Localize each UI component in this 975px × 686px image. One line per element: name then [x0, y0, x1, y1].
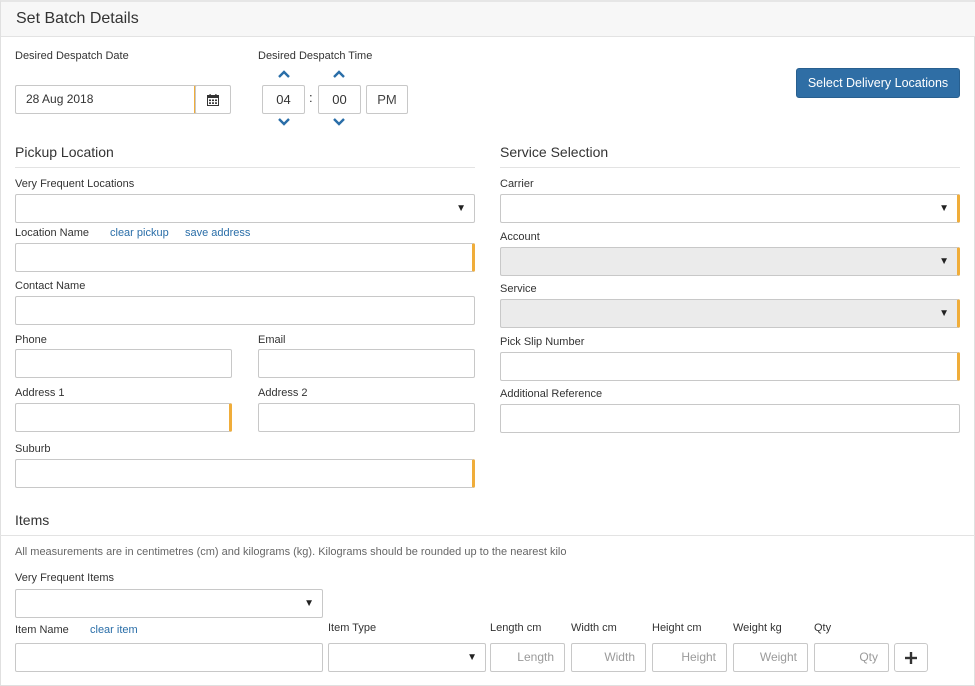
- item-type-label: Item Type: [328, 622, 377, 634]
- minute-input[interactable]: 00: [318, 85, 361, 114]
- despatch-time-label: Desired Despatch Time: [258, 50, 373, 62]
- additional-reference-input[interactable]: [500, 404, 960, 433]
- clear-item-link[interactable]: clear item: [90, 624, 138, 636]
- despatch-date-label: Desired Despatch Date: [15, 50, 129, 62]
- pick-slip-input[interactable]: [500, 352, 960, 381]
- ampm-toggle-button[interactable]: PM: [366, 85, 408, 114]
- pickup-section-title: Pickup Location: [15, 144, 114, 160]
- item-name-input[interactable]: [15, 643, 323, 672]
- address1-label: Address 1: [15, 387, 65, 399]
- measurement-note: All measurements are in centimetres (cm)…: [15, 546, 567, 558]
- address2-label: Address 2: [258, 387, 308, 399]
- length-label: Length cm: [490, 622, 542, 634]
- weight-input[interactable]: Weight: [733, 643, 808, 672]
- service-label: Service: [500, 283, 537, 295]
- minute-up-chevron-icon[interactable]: [332, 69, 346, 79]
- save-address-link[interactable]: save address: [185, 227, 250, 239]
- weight-label: Weight kg: [733, 622, 782, 634]
- item-type-select[interactable]: ▼: [328, 643, 486, 672]
- time-separator: :: [309, 90, 313, 105]
- height-input[interactable]: Height: [652, 643, 727, 672]
- qty-input[interactable]: Qty: [814, 643, 889, 672]
- items-section-title: Items: [15, 512, 50, 528]
- panel-header: Set Batch Details: [1, 2, 975, 37]
- service-divider: [500, 167, 960, 168]
- width-label: Width cm: [571, 622, 617, 634]
- address2-input[interactable]: [258, 403, 475, 432]
- width-input[interactable]: Width: [571, 643, 646, 672]
- caret-down-icon: ▼: [456, 203, 466, 214]
- clear-pickup-link[interactable]: clear pickup: [110, 227, 169, 239]
- caret-down-icon: ▼: [304, 598, 314, 609]
- qty-label: Qty: [814, 622, 832, 634]
- service-section-title: Service Selection: [500, 144, 609, 160]
- pick-slip-label: Pick Slip Number: [500, 336, 585, 348]
- frequent-locations-select[interactable]: ▼: [15, 194, 475, 223]
- add-item-button[interactable]: [894, 643, 928, 672]
- pickup-divider: [15, 167, 475, 168]
- phone-label: Phone: [15, 334, 47, 346]
- minute-down-chevron-icon[interactable]: [332, 117, 346, 127]
- despatch-date-input[interactable]: 28 Aug 2018: [15, 85, 197, 114]
- caret-down-icon: ▼: [939, 256, 949, 267]
- items-divider: [0, 535, 975, 536]
- suburb-label: Suburb: [15, 443, 51, 455]
- select-delivery-locations-button[interactable]: Select Delivery Locations: [796, 68, 960, 98]
- email-input[interactable]: [258, 349, 475, 378]
- additional-reference-label: Additional Reference: [500, 388, 603, 400]
- plus-icon: [905, 652, 917, 664]
- caret-down-icon: ▼: [939, 203, 949, 214]
- hour-down-chevron-icon[interactable]: [277, 117, 291, 127]
- location-name-input[interactable]: [15, 243, 475, 272]
- address1-input[interactable]: [15, 403, 232, 432]
- height-label: Height cm: [652, 622, 702, 634]
- suburb-input[interactable]: [15, 459, 475, 488]
- caret-down-icon: ▼: [939, 308, 949, 319]
- account-label: Account: [500, 231, 540, 243]
- email-label: Email: [258, 334, 286, 346]
- caret-down-icon: ▼: [467, 652, 477, 663]
- length-input[interactable]: Length: [490, 643, 565, 672]
- account-select[interactable]: ▼: [500, 247, 960, 276]
- frequent-items-select[interactable]: ▼: [15, 589, 323, 618]
- calendar-icon: [207, 94, 219, 106]
- carrier-select[interactable]: ▼: [500, 194, 960, 223]
- carrier-label: Carrier: [500, 178, 534, 190]
- phone-input[interactable]: [15, 349, 232, 378]
- item-name-label: Item Name: [15, 624, 69, 636]
- hour-up-chevron-icon[interactable]: [277, 69, 291, 79]
- frequent-items-label: Very Frequent Items: [15, 572, 115, 584]
- contact-name-input[interactable]: [15, 296, 475, 325]
- service-select[interactable]: ▼: [500, 299, 960, 328]
- page-title: Set Batch Details: [16, 10, 139, 27]
- frequent-locations-label: Very Frequent Locations: [15, 178, 135, 190]
- contact-name-label: Contact Name: [15, 280, 86, 292]
- calendar-button[interactable]: [195, 85, 231, 114]
- hour-input[interactable]: 04: [262, 85, 305, 114]
- location-name-label: Location Name: [15, 227, 89, 239]
